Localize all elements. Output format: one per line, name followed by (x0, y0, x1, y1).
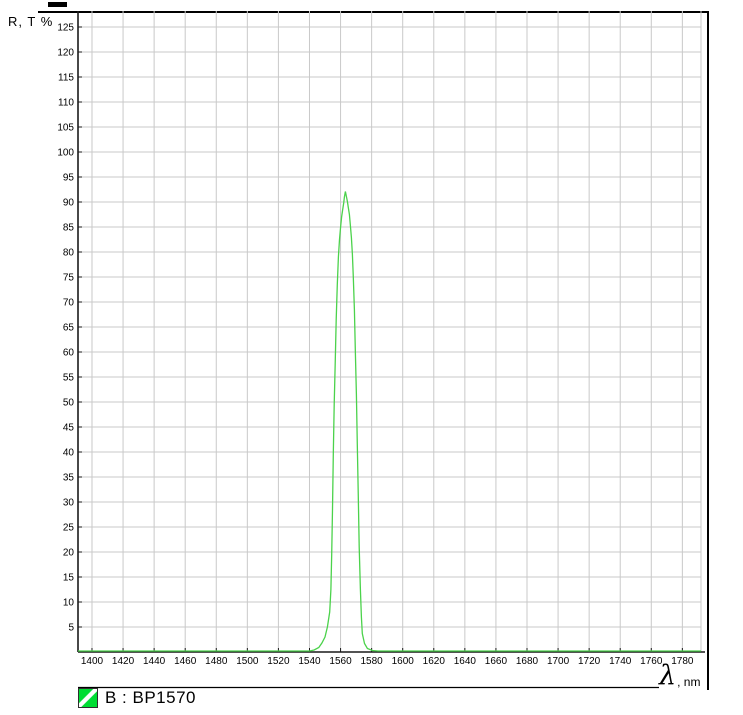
svg-text:75: 75 (63, 273, 75, 284)
svg-text:105: 105 (57, 123, 74, 134)
gridlines (78, 11, 701, 652)
legend-color-swatch (78, 688, 98, 708)
svg-text:30: 30 (63, 498, 75, 509)
svg-text:1420: 1420 (112, 656, 135, 667)
svg-text:120: 120 (57, 48, 74, 59)
x-tick-labels: 1400 1420 1440 1460 1480 1500 1520 1540 1560 1580… (81, 656, 694, 667)
svg-text:15: 15 (63, 573, 75, 584)
axes (78, 11, 705, 652)
plot-area: 1400142014401460148015001520154015601580… (0, 0, 743, 715)
svg-text:85: 85 (63, 223, 75, 234)
svg-text:50: 50 (63, 398, 75, 409)
x-axis-unit: , nm (677, 675, 700, 689)
x-axis-label: λ , nm (659, 663, 700, 689)
svg-text:1700: 1700 (547, 656, 570, 667)
svg-text:1640: 1640 (454, 656, 477, 667)
svg-text:1400: 1400 (81, 656, 104, 667)
svg-text:1540: 1540 (298, 656, 321, 667)
svg-text:1620: 1620 (423, 656, 446, 667)
svg-text:45: 45 (63, 423, 75, 434)
svg-text:1560: 1560 (329, 656, 352, 667)
svg-text:100: 100 (57, 148, 74, 159)
svg-text:95: 95 (63, 173, 75, 184)
svg-text:1480: 1480 (205, 656, 228, 667)
svg-text:125: 125 (57, 23, 74, 34)
svg-text:60: 60 (63, 348, 75, 359)
svg-text:1460: 1460 (174, 656, 197, 667)
svg-text:80: 80 (63, 248, 75, 259)
svg-text:115: 115 (58, 73, 74, 84)
svg-text:110: 110 (58, 98, 74, 109)
svg-text:25: 25 (63, 523, 75, 534)
svg-text:40: 40 (63, 448, 75, 459)
legend: B : BP1570 (78, 688, 196, 708)
legend-item-bp1570[interactable]: B : BP1570 (78, 688, 196, 708)
svg-text:35: 35 (63, 473, 75, 484)
svg-text:1440: 1440 (143, 656, 166, 667)
tick-marks (78, 27, 682, 652)
svg-text:55: 55 (63, 373, 75, 384)
svg-text:1500: 1500 (236, 656, 259, 667)
spectrum-curve (78, 192, 701, 652)
svg-text:20: 20 (63, 548, 75, 559)
svg-text:1520: 1520 (267, 656, 290, 667)
svg-text:5: 5 (68, 623, 74, 634)
svg-text:1580: 1580 (361, 656, 384, 667)
lambda-symbol: λ (659, 663, 676, 689)
svg-text:10: 10 (63, 598, 75, 609)
svg-text:1720: 1720 (578, 656, 601, 667)
svg-text:1600: 1600 (392, 656, 415, 667)
svg-text:1740: 1740 (609, 656, 632, 667)
svg-text:65: 65 (63, 323, 75, 334)
y-tick-labels: 5 10 15 20 25 30 35 40 45 50 55 60 65 70 75 80 85 90 95 100… (57, 23, 74, 634)
svg-text:1660: 1660 (485, 656, 508, 667)
svg-text:1680: 1680 (516, 656, 539, 667)
legend-label: B : BP1570 (105, 688, 196, 708)
svg-text:70: 70 (63, 298, 75, 309)
svg-text:90: 90 (63, 198, 75, 209)
